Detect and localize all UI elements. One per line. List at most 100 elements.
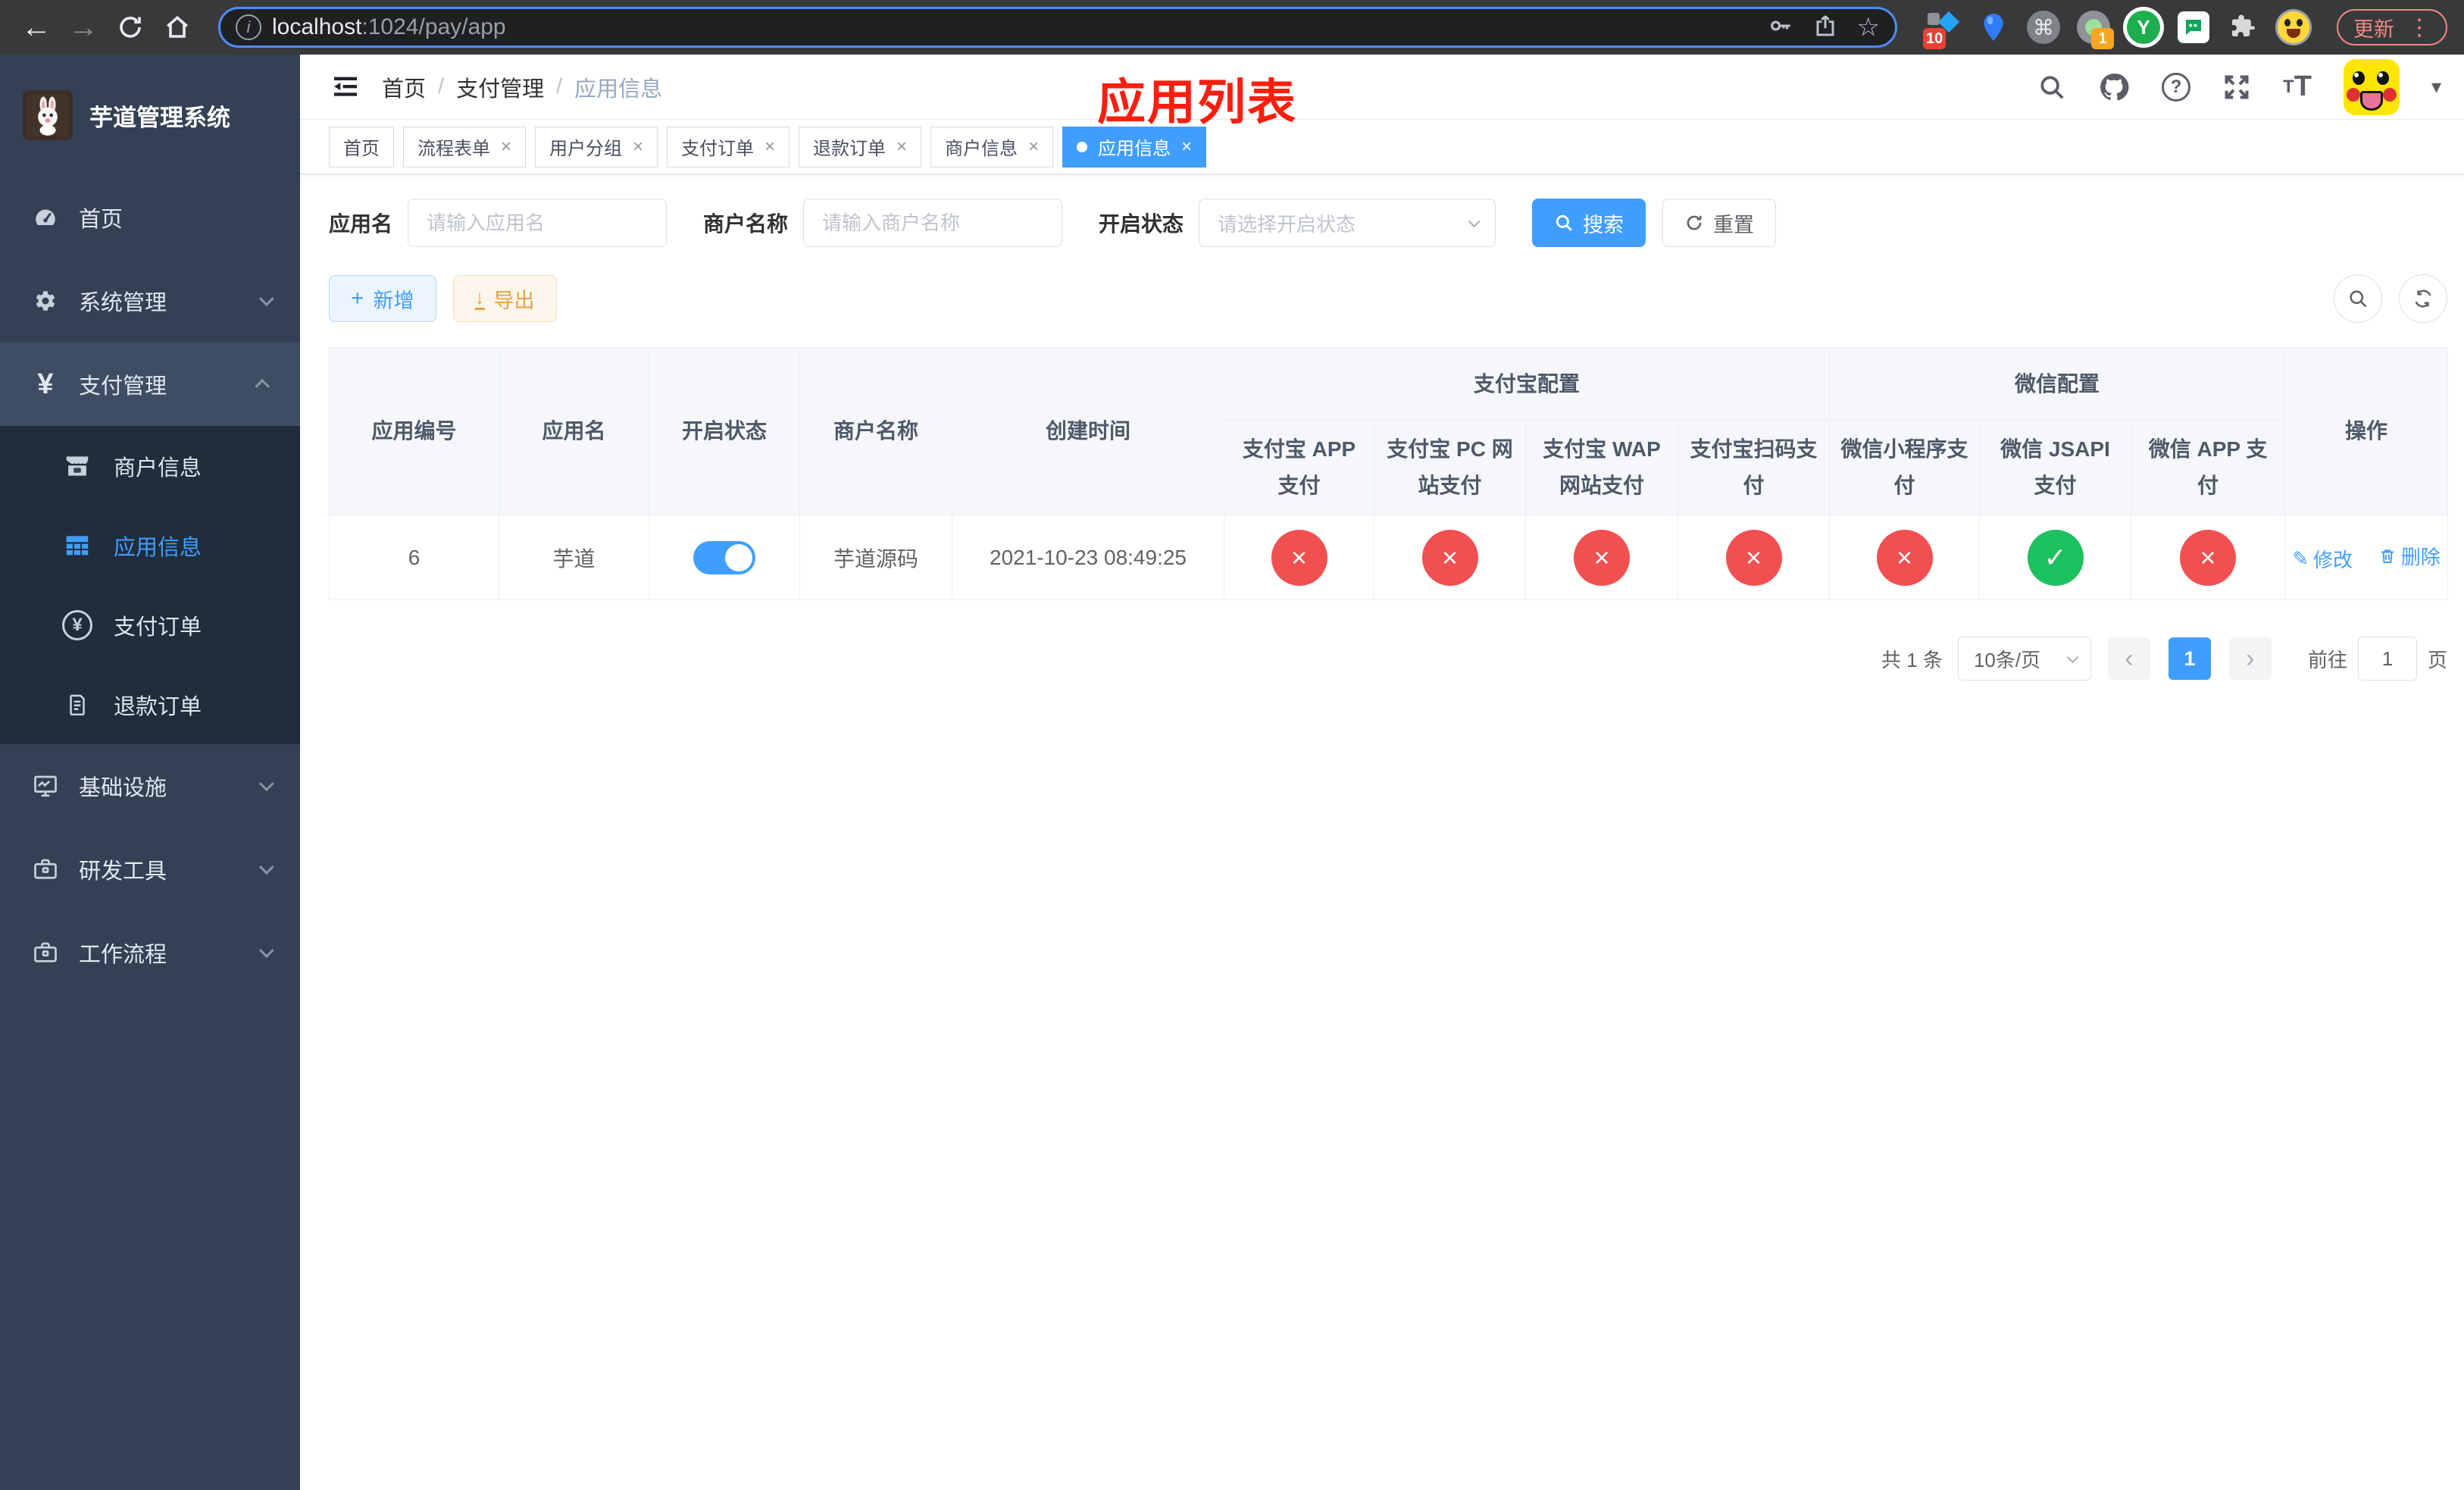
breadcrumb-payment[interactable]: 支付管理 (456, 71, 544, 103)
tab-merchant-info[interactable]: 商户信息 × (930, 126, 1054, 167)
url-text[interactable]: localhost:1024/pay/app (272, 14, 1757, 40)
extension-command-icon[interactable]: ⌘ (2026, 10, 2061, 45)
browser-home-icon[interactable] (158, 8, 197, 47)
pen-icon: ✎ (2292, 546, 2309, 570)
share-icon[interactable] (1813, 14, 1837, 42)
sidebar-item-payment[interactable]: ¥ 支付管理 (0, 343, 300, 426)
sidebar-item-infrastructure[interactable]: 基础设施 (0, 744, 300, 828)
close-icon[interactable]: × (896, 136, 907, 158)
extension-recorder-icon[interactable]: 1 (2076, 10, 2114, 49)
close-icon[interactable]: × (633, 136, 643, 158)
dashboard-icon (30, 204, 61, 231)
address-bar[interactable]: i localhost:1024/pay/app ☆ (218, 7, 1897, 48)
status-icon: × (1876, 529, 1933, 586)
sidebar-item-system[interactable]: 系统管理 (0, 259, 300, 343)
user-avatar[interactable] (2343, 58, 2400, 115)
extension-badge: 10 (1923, 28, 1946, 49)
tab-process-form[interactable]: 流程表单 × (403, 126, 527, 167)
bookmark-star-icon[interactable]: ☆ (1857, 14, 1880, 40)
tab-home[interactable]: 首页 (329, 126, 394, 167)
jump-page-input[interactable] (2357, 637, 2417, 681)
tab-refund-orders[interactable]: 退款订单 × (799, 126, 922, 167)
sidebar-item-home[interactable]: 首页 (0, 176, 300, 259)
fullscreen-icon[interactable] (2222, 73, 2251, 102)
font-size-icon[interactable]: TT (2283, 70, 2312, 103)
status-label: 开启状态 (1099, 212, 1184, 236)
reset-button[interactable]: 重置 (1662, 199, 1777, 247)
page-1-button[interactable]: 1 (2168, 637, 2211, 680)
browser-forward-icon[interactable]: → (64, 8, 103, 47)
close-icon[interactable]: × (765, 136, 775, 158)
sidebar-collapse-icon[interactable] (323, 64, 368, 110)
status-icon: × (2180, 529, 2237, 586)
breadcrumb: 首页 / 支付管理 / 应用信息 (382, 71, 662, 103)
extensions-puzzle-icon[interactable] (2226, 10, 2261, 45)
col-status: 开启状态 (649, 347, 800, 515)
extension-balloon-icon[interactable] (1976, 10, 2011, 45)
app-title: 芋道管理系统 (89, 104, 230, 131)
merchant-name-input[interactable] (803, 199, 1063, 247)
page-size-select[interactable]: 10条/页 (1957, 637, 2091, 681)
chevron-down-icon (258, 859, 274, 875)
tab-payment-orders[interactable]: 支付订单 × (667, 126, 790, 167)
jump-suffix: 页 (2427, 648, 2447, 671)
col-ops: 操作 (2284, 347, 2449, 515)
col-merchant: 商户名称 (799, 347, 952, 515)
browser-profile-avatar[interactable] (2276, 10, 2311, 45)
close-icon[interactable]: × (501, 136, 511, 158)
col-alipay-wap: 支付宝 WAP 网站支付 (1525, 420, 1678, 515)
edit-link[interactable]: ✎ 修改 (2292, 545, 2353, 573)
grid-icon (61, 531, 94, 560)
header-search-icon[interactable] (2037, 73, 2066, 102)
yen-icon: ¥ (37, 368, 54, 400)
browser-back-icon[interactable]: ← (17, 8, 56, 47)
status-toggle[interactable] (693, 540, 755, 574)
sidebar-item-refund-orders[interactable]: 退款订单 (0, 665, 300, 744)
tab-user-group[interactable]: 用户分组 × (535, 126, 658, 167)
app-logo-row: 芋道管理系统 (0, 55, 300, 176)
help-icon[interactable]: ? (2162, 72, 2191, 102)
active-dot (1077, 141, 1088, 152)
next-page-button[interactable]: › (2228, 637, 2272, 680)
close-icon[interactable]: × (1181, 136, 1192, 158)
site-info-icon[interactable]: i (236, 14, 261, 40)
prev-page-button[interactable]: ‹ (2107, 637, 2150, 680)
toggle-search-button[interactable] (2334, 274, 2382, 323)
app-logo-rabbit (23, 90, 73, 140)
sidebar-item-app-info[interactable]: 应用信息 (0, 506, 300, 585)
password-key-icon[interactable] (1768, 13, 1793, 42)
col-alipay-qr: 支付宝扫码支付 (1677, 420, 1831, 515)
breadcrumb-home[interactable]: 首页 (382, 71, 426, 103)
sidebar-item-merchant-info[interactable]: 商户信息 (0, 426, 300, 506)
export-button[interactable]: ↓ 导出 (452, 275, 557, 322)
table-row: 6 芋道 芋道源码 2021-10-23 08:49:25 × × × × × … (329, 515, 2449, 600)
github-icon[interactable] (2098, 71, 2130, 103)
extensions-row: 10 ⌘ 1 Y (1918, 10, 2319, 49)
status-icon: × (1271, 529, 1327, 586)
col-wechat-jsapi: 微信 JSAPI 支付 (1979, 420, 2132, 515)
status-select[interactable]: 请选择开启状态 (1199, 199, 1496, 247)
extension-chat-icon[interactable] (2176, 10, 2211, 45)
add-button[interactable]: + 新增 (329, 275, 436, 322)
browser-reload-icon[interactable] (111, 8, 150, 47)
sidebar-item-payment-orders[interactable]: ¥ 支付订单 (0, 585, 300, 665)
search-button[interactable]: 搜索 (1532, 199, 1646, 247)
app-name-input[interactable] (408, 199, 668, 247)
close-icon[interactable]: × (1028, 136, 1039, 158)
avatar-caret-icon[interactable]: ▾ (2431, 75, 2441, 99)
extension-sketch-icon[interactable]: 10 (1923, 10, 1961, 49)
breadcrumb-current: 应用信息 (574, 77, 663, 102)
sidebar-item-dev-tools[interactable]: 研发工具 (0, 828, 300, 911)
extension-y-icon[interactable]: Y (2126, 10, 2161, 45)
chevron-down-icon (258, 291, 274, 307)
browser-update-button[interactable]: 更新 ⋮ (2337, 9, 2447, 45)
cell-app-id: 6 (329, 515, 499, 600)
col-group-wechat: 微信配置 (1829, 347, 2286, 421)
status-icon: × (1725, 529, 1782, 586)
delete-link[interactable]: 删除 (2378, 542, 2441, 570)
refresh-button[interactable] (2399, 274, 2447, 323)
merchant-name-label: 商户名称 (703, 212, 789, 236)
browser-menu-kebab-icon[interactable]: ⋮ (2408, 14, 2431, 41)
page-content: 应用名 商户名称 开启状态 请选择开启状态 搜索 (300, 174, 2464, 1490)
sidebar-item-workflow[interactable]: 工作流程 (0, 911, 300, 994)
